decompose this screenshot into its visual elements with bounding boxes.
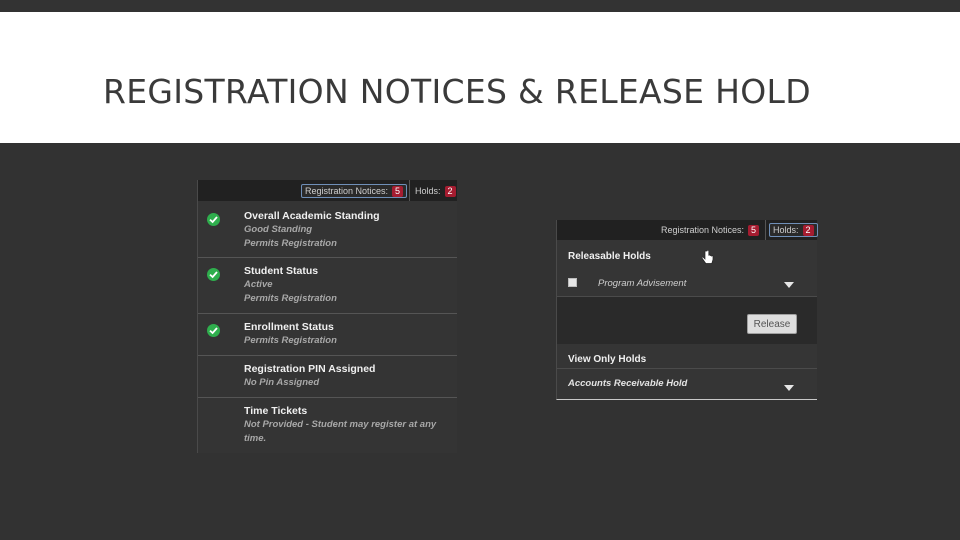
holds-panel: Registration Notices: 5 Holds: 2 Releasa… bbox=[556, 220, 818, 400]
title-bar: REGISTRATION NOTICES & RELEASE HOLD bbox=[0, 12, 960, 143]
holds-count-badge: 2 bbox=[444, 185, 456, 197]
notices-count-badge: 5 bbox=[748, 224, 760, 236]
holds-button[interactable]: Holds: 2 bbox=[769, 223, 818, 237]
releasable-hold-item: Program Advisement bbox=[598, 278, 687, 289]
release-button[interactable]: Release bbox=[747, 314, 797, 334]
top-strip bbox=[0, 0, 960, 12]
view-only-holds-heading: View Only Holds bbox=[568, 354, 647, 365]
view-only-holds-header: View Only Holds bbox=[557, 344, 817, 369]
holds-count-badge: 2 bbox=[802, 224, 814, 236]
check-circle-icon bbox=[207, 268, 220, 281]
check-circle-icon bbox=[207, 213, 220, 226]
view-only-hold-item: Accounts Receivable Hold bbox=[568, 378, 688, 389]
hand-cursor-icon bbox=[702, 250, 714, 264]
notice-title: Registration PIN Assigned bbox=[244, 363, 376, 375]
registration-notices-button[interactable]: Registration Notices: 5 bbox=[661, 223, 760, 237]
notice-item: Student Status Active Permits Registrati… bbox=[198, 258, 457, 314]
notice-title: Overall Academic Standing bbox=[244, 210, 380, 222]
holds-label: Holds: bbox=[773, 225, 799, 235]
notice-detail: Not Provided - Student may register at a… bbox=[244, 419, 437, 430]
check-circle-icon bbox=[207, 324, 220, 337]
releasable-holds-heading: Releasable Holds bbox=[568, 251, 651, 262]
notice-detail: time. bbox=[244, 433, 267, 444]
hold-select-checkbox[interactable] bbox=[568, 278, 577, 287]
header-divider bbox=[409, 180, 410, 201]
notice-detail: Permits Registration bbox=[244, 293, 337, 304]
registration-notices-label: Registration Notices: bbox=[305, 186, 389, 196]
registration-notices-panel: Registration Notices: 5 Holds: 2 Overall… bbox=[197, 180, 457, 453]
panel-header: Registration Notices: 5 Holds: 2 bbox=[557, 220, 818, 241]
panel-header: Registration Notices: 5 Holds: 2 bbox=[198, 180, 457, 201]
registration-notices-label: Registration Notices: bbox=[661, 225, 745, 235]
notice-detail: Good Standing bbox=[244, 224, 313, 235]
holds-label: Holds: bbox=[415, 186, 441, 196]
notice-title: Student Status bbox=[244, 265, 319, 277]
holds-button[interactable]: Holds: 2 bbox=[415, 184, 456, 198]
notice-item: Registration PIN Assigned No Pin Assigne… bbox=[198, 356, 457, 398]
notice-detail: No Pin Assigned bbox=[244, 377, 320, 388]
expand-caret-icon[interactable] bbox=[784, 385, 794, 391]
notice-item: Enrollment Status Permits Registration bbox=[198, 314, 457, 356]
notice-detail: Permits Registration bbox=[244, 335, 337, 346]
releasable-holds-section: Releasable Holds Program Advisement bbox=[557, 240, 817, 297]
notice-title: Enrollment Status bbox=[244, 321, 334, 333]
notice-title: Time Tickets bbox=[244, 405, 308, 417]
registration-notices-button[interactable]: Registration Notices: 5 bbox=[301, 184, 408, 198]
notice-detail: Permits Registration bbox=[244, 238, 337, 249]
notice-item: Time Tickets Not Provided - Student may … bbox=[198, 398, 457, 453]
notices-count-badge: 5 bbox=[392, 185, 404, 197]
notice-item: Overall Academic Standing Good Standing … bbox=[198, 201, 457, 258]
notice-detail: Active bbox=[244, 279, 273, 290]
header-divider bbox=[765, 220, 766, 241]
slide-title: REGISTRATION NOTICES & RELEASE HOLD bbox=[103, 72, 811, 111]
expand-caret-icon[interactable] bbox=[784, 282, 794, 288]
